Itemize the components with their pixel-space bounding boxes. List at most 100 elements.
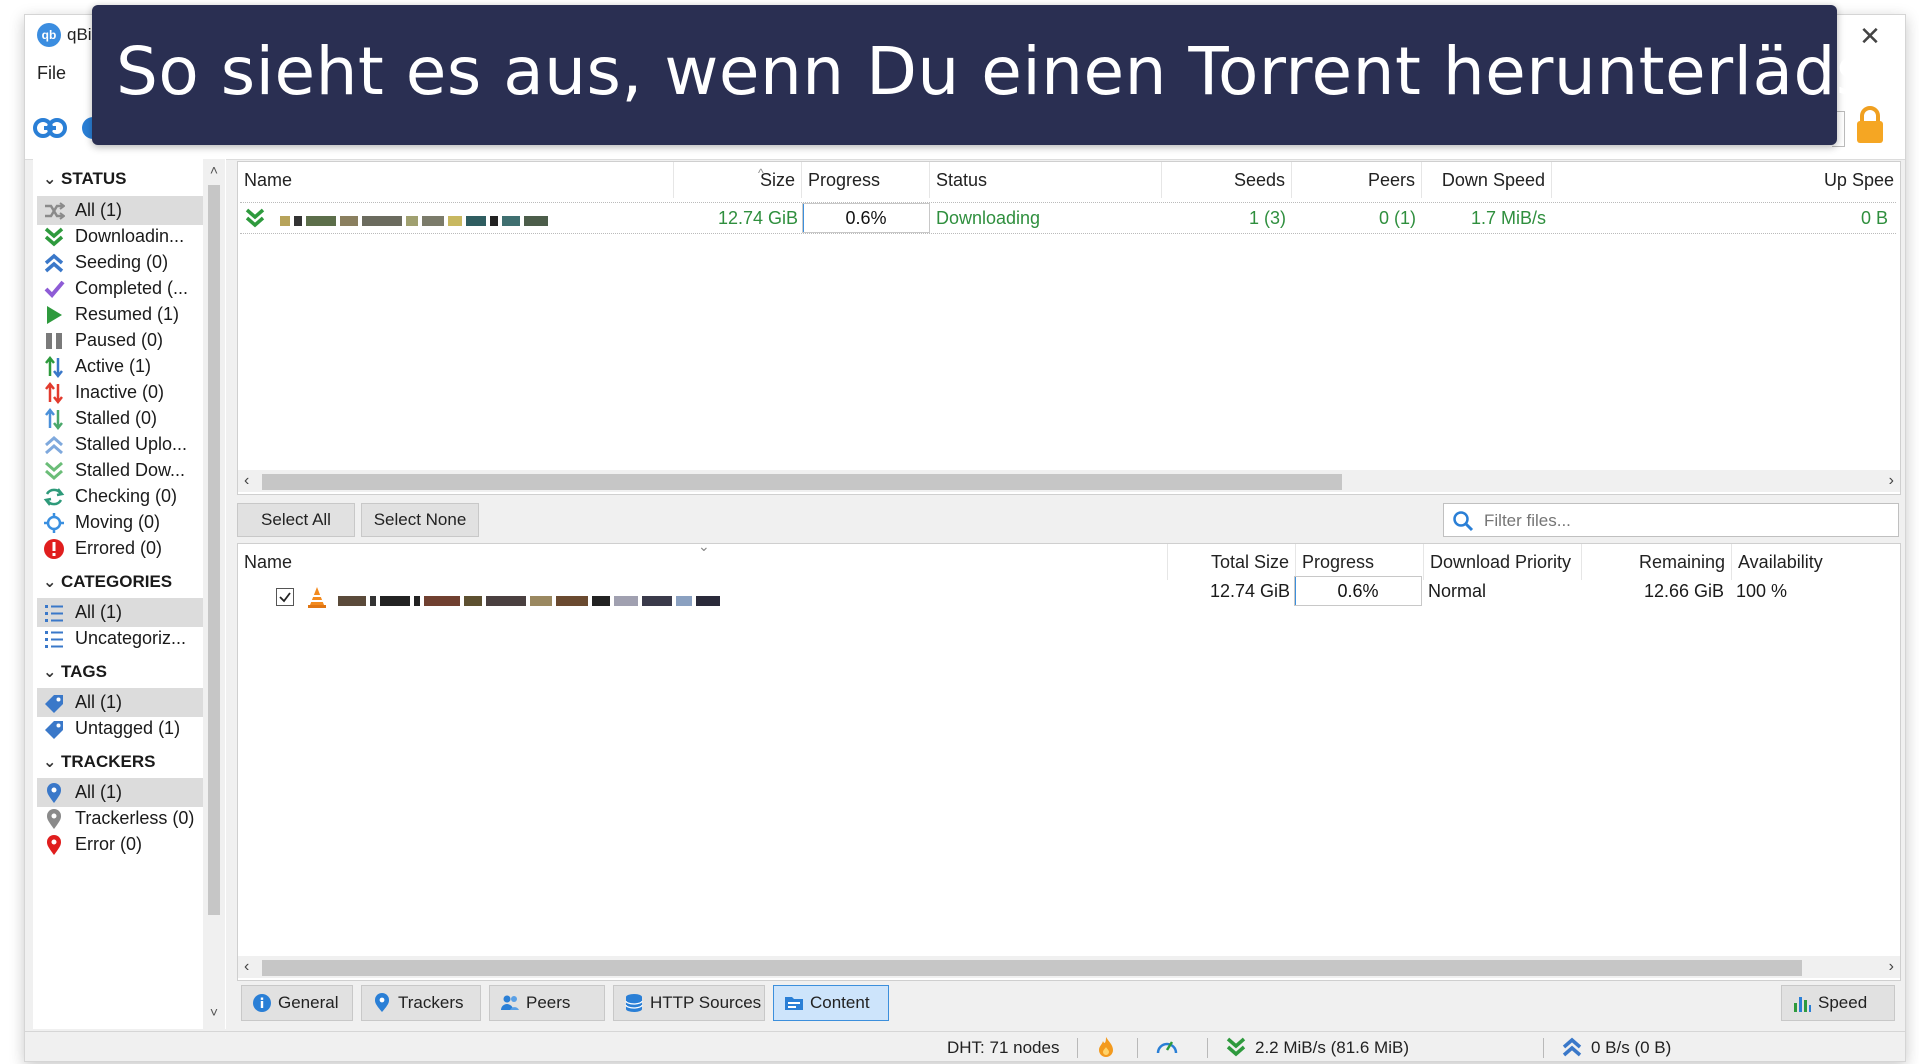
sidebar-status-errored[interactable]: Errored (0) [37,534,205,563]
sidebar-status-completed[interactable]: Completed (... [37,274,205,303]
download-icon [44,227,64,247]
chevron-right-icon[interactable]: › [1889,472,1894,490]
caption-banner: So sieht es aus, wenn Du einen Torrent h… [92,5,1897,145]
torrent-progress-bar: 0.6% [802,203,930,233]
window-title: qBi [67,25,92,44]
status-separator [1077,1038,1078,1058]
status-section-header[interactable]: ⌄ STATUS [43,169,126,197]
caption-text: So sieht es aus, wenn Du einen Torrent h… [116,33,1898,110]
people-icon [501,995,519,1010]
sidebar-status-resumed[interactable]: Resumed (1) [37,300,205,329]
sidebar-tracker-all[interactable]: All (1) [37,778,205,807]
sidebar-scroll-thumb[interactable] [208,185,220,915]
torrent-row[interactable]: 12.74 GiB 0.6% Downloading 1 (3) 0 (1) 1… [240,202,1896,234]
torrent-status: Downloading [936,208,1041,228]
select-none-button[interactable]: Select None [361,503,479,537]
chevron-left-icon[interactable]: ‹ [244,472,249,490]
column-header-down-speed[interactable]: Down Speed [1422,162,1552,198]
menu-file[interactable]: File [37,63,66,84]
chevron-down-icon[interactable]: ˅ [207,1005,221,1019]
chevron-up-icon[interactable]: ˄ [207,163,221,177]
column-header-download-priority[interactable]: Download Priority [1424,544,1582,580]
sidebar-category-uncategorized[interactable]: Uncategoriz... [37,624,205,653]
trackers-section-header[interactable]: ⌄ TRACKERS [43,752,155,780]
stalled-upload-icon [45,436,63,455]
column-header-total-size[interactable]: Total Size [1168,544,1296,580]
speed-limit-gauge-icon[interactable] [1155,1036,1179,1058]
qbittorrent-logo-icon: qb [37,23,61,47]
sidebar-status-all[interactable]: All (1) [37,196,205,225]
column-header-seeds[interactable]: Seeds [1162,162,1292,198]
column-header-availability[interactable]: Availability [1732,544,1900,580]
sidebar-status-stalled[interactable]: Stalled (0) [37,404,205,433]
column-header-progress[interactable]: Progress [1296,544,1424,580]
speed-button[interactable]: Speed [1781,985,1895,1021]
column-header-up-speed[interactable]: Up Spee [1552,162,1900,198]
download-icon [1226,1037,1246,1057]
column-header-size[interactable]: Size [674,162,802,198]
sidebar-status-seeding[interactable]: Seeding (0) [37,248,205,277]
sidebar-status-downloading[interactable]: Downloadin... [37,222,205,251]
tab-general[interactable]: General [241,985,353,1021]
sidebar-category-all[interactable]: All (1) [37,598,205,627]
sidebar-status-checking[interactable]: Checking (0) [37,482,205,511]
sidebar-tracker-trackerless[interactable]: Trackerless (0) [37,804,205,833]
tab-trackers[interactable]: Trackers [361,985,481,1021]
location-pin-icon [47,783,61,803]
status-separator [1543,1038,1544,1058]
lock-icon[interactable] [1853,105,1887,145]
info-icon [253,994,271,1012]
column-header-name[interactable]: Name [238,162,674,198]
column-header-status[interactable]: Status [930,162,1162,198]
tab-content[interactable]: Content [773,985,889,1021]
database-icon [625,994,643,1012]
vlc-cone-icon [308,587,326,608]
column-header-peers[interactable]: Peers [1292,162,1422,198]
torrent-progress-fill [803,204,804,232]
location-pin-icon [47,835,61,855]
sidebar-status-stalled-downloading[interactable]: Stalled Dow... [37,456,205,485]
app-window: qb qBi ✕ File ⌄ STATUS All (1) Downloadi… [24,14,1906,1062]
sidebar-status-stalled-uploading[interactable]: Stalled Uplo... [37,430,205,459]
torrent-progress-text: 0.6% [845,208,887,228]
dht-nodes-text: DHT: 71 nodes [947,1038,1060,1057]
torrent-seeds: 1 (3) [1248,208,1286,228]
column-header-progress[interactable]: Progress [802,162,930,198]
pause-icon [46,333,62,349]
chevron-left-icon[interactable]: ‹ [244,958,249,976]
sidebar-status-active[interactable]: Active (1) [37,352,205,381]
filter-files-field[interactable] [1443,503,1899,537]
sidebar-tag-untagged[interactable]: Untagged (1) [37,714,205,743]
chevron-right-icon[interactable]: › [1889,958,1894,976]
sidebar-status-moving[interactable]: Moving (0) [37,508,205,537]
sidebar-tag-all[interactable]: All (1) [37,688,205,717]
tab-peers[interactable]: Peers [489,985,605,1021]
select-all-button[interactable]: Select All [237,503,355,537]
file-checkbox[interactable] [276,588,294,606]
download-icon [245,208,265,228]
content-files-hscroll-thumb[interactable] [262,960,1802,976]
refresh-icon [43,488,65,506]
sidebar-tracker-error[interactable]: Error (0) [37,830,205,859]
sidebar-status-paused[interactable]: Paused (0) [37,326,205,355]
flame-icon[interactable] [1097,1036,1115,1058]
chevron-down-icon: ⌄ [43,754,57,771]
content-files-hscrollbar[interactable]: ‹ › [238,956,1900,978]
categories-section-header[interactable]: ⌄ CATEGORIES [43,572,172,600]
active-arrows-icon [45,356,63,378]
torrent-list-hscrollbar[interactable]: ‹ › [238,470,1900,492]
file-progress-text: 0.6% [1337,581,1379,601]
tab-http-sources[interactable]: HTTP Sources [613,985,765,1021]
file-progress-fill [1295,577,1296,605]
sidebar-status-inactive[interactable]: Inactive (0) [37,378,205,407]
column-header-remaining[interactable]: Remaining [1582,544,1732,580]
sidebar-scrollbar[interactable]: ˄ ˅ [203,159,225,1029]
file-availability: 100 % [1736,581,1788,601]
add-torrent-link-icon[interactable] [33,113,67,143]
file-download-priority[interactable]: Normal [1422,576,1580,606]
filter-files-input[interactable] [1482,508,1886,534]
upload-speed-text: 0 B/s (0 B) [1591,1038,1672,1057]
move-icon [44,513,64,533]
tags-section-header[interactable]: ⌄ TAGS [43,662,107,690]
torrent-list-hscroll-thumb[interactable] [262,474,1342,490]
